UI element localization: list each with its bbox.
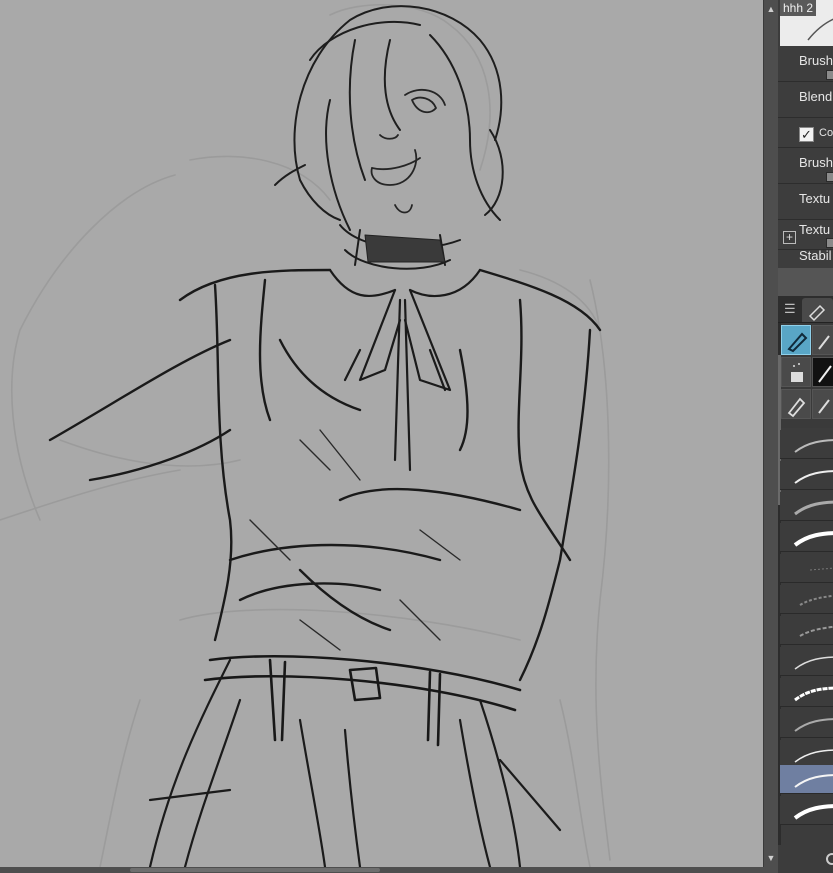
scroll-up-icon[interactable]: ▲ bbox=[764, 2, 778, 16]
ink-pen-icon bbox=[818, 365, 832, 383]
prop-stabilization[interactable]: Stabil bbox=[778, 244, 833, 270]
brush-item[interactable] bbox=[780, 430, 833, 459]
prop-label: Co bbox=[819, 127, 833, 139]
airbrush-icon bbox=[791, 363, 803, 382]
marker-icon bbox=[787, 397, 806, 418]
tool-properties: Brush Blend ✓ Co Brush Textu + Textu Sta… bbox=[778, 46, 833, 296]
tool-pencil[interactable] bbox=[812, 325, 833, 355]
prop-label: Textu bbox=[799, 191, 831, 206]
brush-item[interactable] bbox=[780, 492, 833, 521]
brush-item[interactable] bbox=[780, 616, 833, 645]
prop-brush-size[interactable]: Brush bbox=[778, 46, 833, 82]
horizontal-scroll-thumb[interactable] bbox=[130, 868, 380, 872]
brush-item[interactable] bbox=[780, 796, 833, 825]
tool-airbrush[interactable] bbox=[781, 357, 811, 387]
prop-checkbox-row[interactable]: ✓ Co bbox=[778, 118, 833, 148]
prop-label: Stabil bbox=[799, 248, 832, 263]
stabilization-slider[interactable] bbox=[778, 268, 833, 296]
brush-item[interactable] bbox=[780, 709, 833, 738]
prop-brush-density[interactable]: Brush bbox=[778, 148, 833, 184]
brush-item[interactable] bbox=[780, 647, 833, 676]
scroll-down-icon[interactable]: ▼ bbox=[764, 851, 778, 865]
brush-item[interactable] bbox=[780, 554, 833, 583]
brush-item[interactable] bbox=[780, 523, 833, 552]
brush-item-selected[interactable] bbox=[780, 765, 833, 794]
brush-stroke-preview bbox=[807, 18, 833, 41]
brush-item[interactable] bbox=[780, 678, 833, 707]
tool-marker[interactable] bbox=[781, 389, 811, 419]
brush-item[interactable] bbox=[780, 585, 833, 614]
prop-texture[interactable]: Textu bbox=[778, 184, 833, 220]
tool-ink-pen[interactable] bbox=[812, 357, 833, 387]
slider-handle[interactable] bbox=[826, 172, 833, 182]
tool-property-panel: hhh 2 Brush Blend ✓ Co Brush Textu + Tex… bbox=[778, 0, 833, 873]
settings-circle-icon[interactable] bbox=[826, 853, 833, 865]
brush-item[interactable] bbox=[780, 461, 833, 490]
pen-tab-icon bbox=[808, 304, 826, 322]
prop-label: Brush bbox=[799, 155, 833, 170]
sub-tool-tabs: ☰ bbox=[778, 296, 833, 323]
drawing-canvas[interactable] bbox=[0, 0, 763, 867]
tool-brush[interactable] bbox=[812, 389, 833, 419]
prop-label: Blend bbox=[799, 89, 833, 104]
sub-tool-grid bbox=[778, 323, 833, 428]
brush-list bbox=[780, 430, 833, 830]
slider-handle[interactable] bbox=[826, 70, 833, 80]
tab-pen[interactable] bbox=[802, 298, 833, 322]
sub-tool-preview: hhh 2 bbox=[780, 0, 833, 46]
brush-icon bbox=[818, 399, 830, 414]
prop-blending[interactable]: Blend bbox=[778, 82, 833, 118]
pen-icon bbox=[787, 332, 808, 353]
prop-label: Textu bbox=[799, 222, 831, 237]
tool-pen[interactable] bbox=[781, 325, 811, 355]
expand-icon[interactable]: + bbox=[783, 231, 796, 244]
canvas-horizontal-scrollbar[interactable] bbox=[0, 867, 778, 873]
panel-footer bbox=[778, 845, 833, 873]
checkbox[interactable]: ✓ bbox=[799, 127, 814, 142]
pencil-icon bbox=[818, 335, 830, 350]
panel-menu-icon[interactable]: ☰ bbox=[784, 301, 796, 317]
prop-label: Brush bbox=[799, 53, 833, 68]
sketch-artwork bbox=[0, 3, 611, 867]
canvas-vertical-scrollbar[interactable]: ▲ ▼ bbox=[763, 0, 778, 867]
